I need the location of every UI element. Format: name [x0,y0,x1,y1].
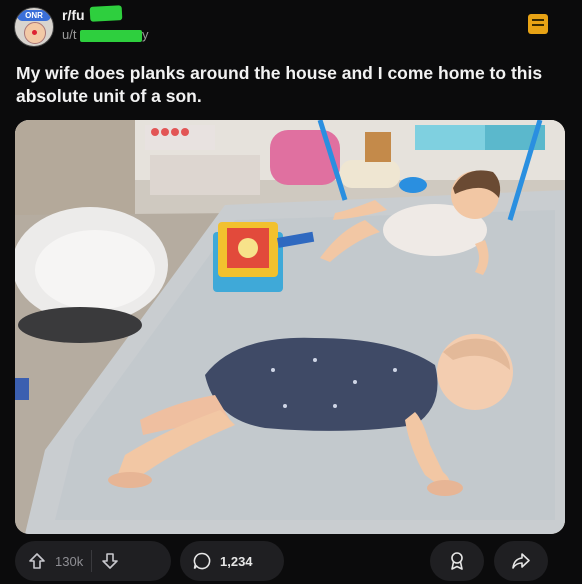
redaction-mark [80,30,142,42]
comment-bubble-icon [192,551,212,571]
comments-button[interactable]: 1,234 [180,541,284,581]
photo-illustration [15,120,565,534]
vote-divider [91,550,93,572]
downvote-arrow-icon[interactable] [100,551,120,571]
vote-bar: 130k [15,541,171,581]
save-icon [447,551,467,571]
post-header: ONR r/fu u/t y [0,0,582,54]
avatar-nose [32,30,37,35]
post-title[interactable]: My wife does planks around the house and… [16,62,566,108]
username-tail: y [142,27,149,42]
post-image[interactable] [15,120,565,534]
upvote-arrow-icon[interactable] [27,551,47,571]
save-button[interactable] [430,541,484,581]
post-actions: 130k 1,234 [0,541,582,584]
upvote-count: 130k [55,553,84,569]
subreddit-name[interactable]: r/fu [62,7,85,23]
username[interactable]: u/t [62,27,76,42]
avatar-badge: ONR [17,10,51,21]
redaction-mark [89,5,123,22]
share-arrow-icon [511,551,531,571]
award-icon[interactable] [528,14,548,34]
subreddit-avatar[interactable]: ONR [14,7,54,47]
comment-count: 1,234 [220,553,253,569]
share-button[interactable] [494,541,548,581]
